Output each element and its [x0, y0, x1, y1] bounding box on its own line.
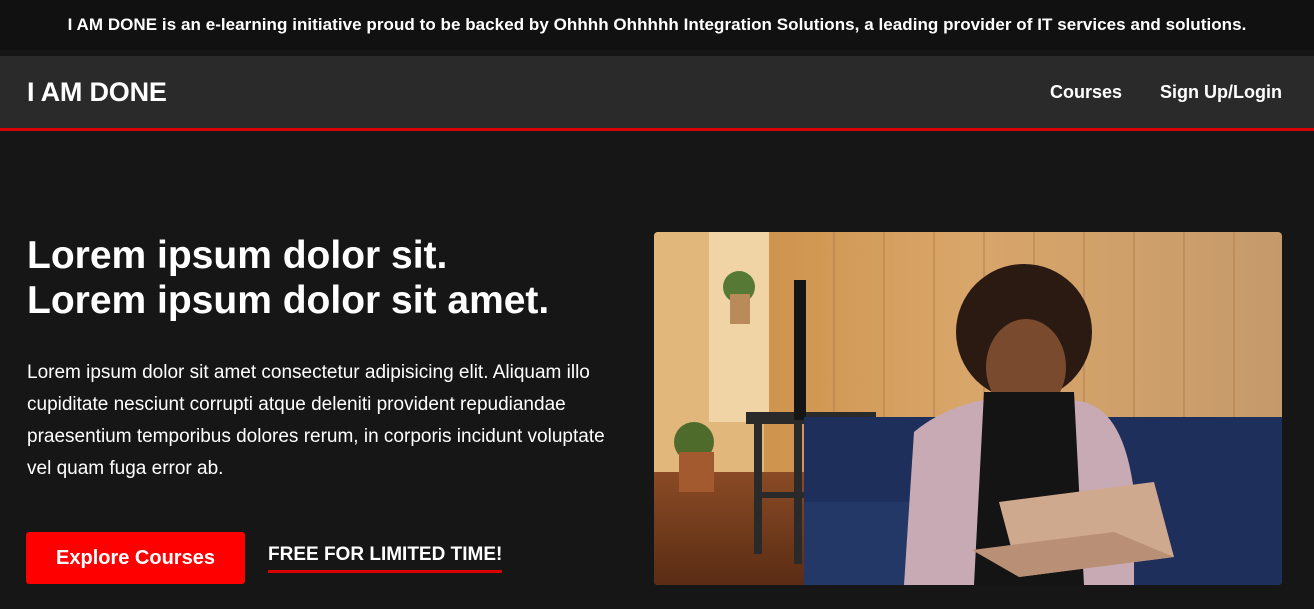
hero-section: Lorem ipsum dolor sit. Lorem ipsum dolor…: [0, 131, 1314, 609]
site-logo[interactable]: I AM DONE: [27, 77, 167, 108]
hero-text: Lorem ipsum dolor sit. Lorem ipsum dolor…: [27, 233, 627, 485]
nav-link-signup-login[interactable]: Sign Up/Login: [1160, 82, 1282, 103]
hero-photo-illustration: [654, 232, 1282, 585]
hero-photo: [654, 232, 1282, 585]
nav-link-courses[interactable]: Courses: [1050, 82, 1122, 103]
hero-title-line-1: Lorem ipsum dolor sit.: [27, 234, 448, 277]
explore-courses-button[interactable]: Explore Courses: [26, 532, 245, 584]
hero-title-line-2: Lorem ipsum dolor sit amet.: [27, 279, 550, 322]
nav-links: Courses Sign Up/Login: [1050, 82, 1282, 103]
hero-description: Lorem ipsum dolor sit amet consectetur a…: [27, 362, 605, 479]
free-limited-time-link[interactable]: FREE FOR LIMITED TIME!: [268, 544, 503, 573]
hero-title: Lorem ipsum dolor sit. Lorem ipsum dolor…: [27, 233, 627, 323]
cta-row: Explore Courses FREE FOR LIMITED TIME!: [26, 532, 503, 584]
top-banner: I AM DONE is an e-learning initiative pr…: [0, 0, 1314, 50]
navbar: I AM DONE Courses Sign Up/Login: [0, 56, 1314, 131]
banner-text: I AM DONE is an e-learning initiative pr…: [67, 15, 1247, 34]
